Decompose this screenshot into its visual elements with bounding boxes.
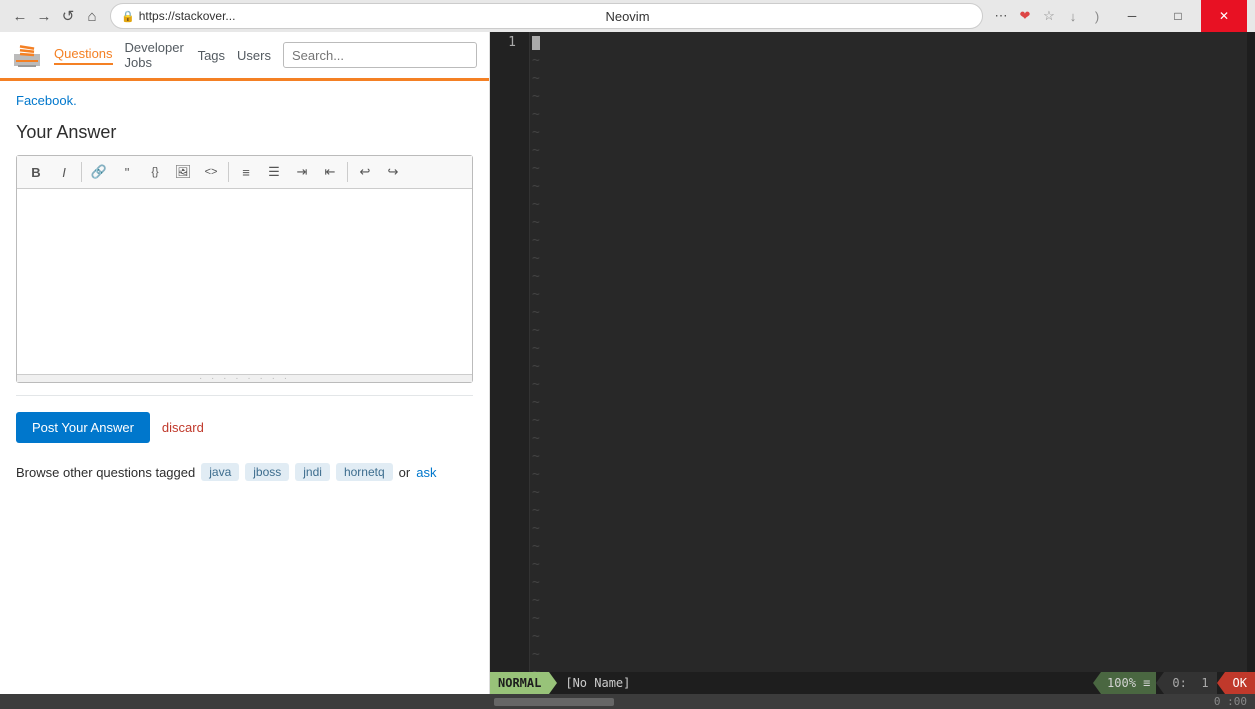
search-input[interactable] [283,42,477,68]
tag-jndi[interactable]: jndi [295,463,330,481]
browser-window: ← → ↺ ⌂ 🔒 https://stackover... ⋯ ❤ ☆ ↓ )… [0,0,1255,709]
nav-users[interactable]: Users [237,48,271,63]
stackoverflow-panel: Questions Developer Jobs Tags Users Face… [0,32,490,694]
status-normal-arrow [549,672,557,694]
neovim-gutter [522,32,530,672]
tag-java[interactable]: java [201,463,239,481]
editor-body[interactable] [17,189,472,374]
ask-link[interactable]: ask [416,465,436,480]
reload-button[interactable]: ↺ [56,4,80,28]
neovim-editor[interactable]: 1 ~ ~ ~ ~ ~ ~ ~ ~ ~ [490,32,1255,672]
editor-toolbar: B I 🔗 " {} 🖼 <> ≡ ☰ ⇥ ⇤ ↩ [17,156,472,189]
status-right: 100% ≡ 0: 1 OK [1093,672,1255,694]
image-button[interactable]: 🖼 [170,160,196,184]
ordered-list-button[interactable]: ≡ [233,160,259,184]
security-icon: 🔒 [121,10,135,23]
status-percent: 100% ≡ [1101,672,1156,694]
html-button[interactable]: <> [198,160,224,184]
current-line [532,34,540,52]
your-answer-heading: Your Answer [16,122,473,143]
nav-tags[interactable]: Tags [198,48,225,63]
cursor [532,36,540,50]
toolbar-sep-2 [228,162,229,182]
bottom-scrollbar: 0 :00 [0,694,1255,709]
spacer [16,404,473,412]
tag-hornetq[interactable]: hornetq [336,463,393,481]
nav-questions[interactable]: Questions [54,46,113,65]
right-gutter [1247,32,1255,672]
status-lines: 0: 1 [1164,672,1216,694]
address-text: https://stackover... [139,9,236,23]
tag-jboss[interactable]: jboss [245,463,289,481]
toolbar-sep-1 [81,162,82,182]
nav-developer-jobs[interactable]: Developer Jobs [125,40,186,70]
address-bar[interactable]: 🔒 https://stackover... [110,3,983,29]
bookmark-button[interactable]: ☆ [1037,4,1061,28]
neovim-panel: 1 ~ ~ ~ ~ ~ ~ ~ ~ ~ [490,32,1255,694]
back-button[interactable]: ← [8,4,32,28]
facebook-link[interactable]: Facebook. [16,93,473,108]
window-controls: ─ □ ✕ [1109,0,1247,32]
undo-button[interactable]: ↩ [352,160,378,184]
neovim-statusbar: NORMAL [No Name] 100% ≡ 0: 1 OK [490,672,1255,694]
status-lines-left-arrow [1156,672,1164,694]
link-button[interactable]: 🔗 [86,160,112,184]
minimize-button[interactable]: ─ [1109,0,1155,32]
forward-button[interactable]: → [32,4,56,28]
status-percent-left-arrow [1093,672,1101,694]
bold-button[interactable]: B [23,160,49,184]
blockquote-button[interactable]: " [114,160,140,184]
post-answer-button[interactable]: Post Your Answer [16,412,150,443]
status-ok-left-arrow [1217,672,1225,694]
title-bar: ← → ↺ ⌂ 🔒 https://stackover... ⋯ ❤ ☆ ↓ )… [0,0,1255,32]
scrollbar-handle[interactable] [494,698,614,706]
resize-dots: · · · · · · · · [199,373,290,384]
neovim-window-title: Neovim [605,9,649,24]
toolbar-sep-3 [347,162,348,182]
pocket-button[interactable]: ❤ [1013,4,1037,28]
line-numbers: 1 [490,32,522,672]
italic-button[interactable]: I [51,160,77,184]
so-content: Facebook. Your Answer B I 🔗 " {} 🖼 <> [0,81,489,694]
close-button[interactable]: ✕ [1201,0,1247,32]
status-filename: [No Name] [557,676,1093,690]
main-content: Questions Developer Jobs Tags Users Face… [0,32,1255,694]
home-button[interactable]: ⌂ [80,4,104,28]
bottom-right-info: 0 :00 [1206,695,1255,708]
redo-button[interactable]: ↪ [380,160,406,184]
lines-icon: ≡ [1143,676,1150,690]
separator [16,395,473,396]
resize-handle[interactable]: · · · · · · · · [17,374,472,382]
action-buttons: Post Your Answer discard [16,412,473,443]
browse-tags-section: Browse other questions tagged java jboss… [16,463,473,481]
maximize-button[interactable]: □ [1155,0,1201,32]
download-button[interactable]: ↓ [1061,4,1085,28]
unordered-list-button[interactable]: ☰ [261,160,287,184]
answer-editor: B I 🔗 " {} 🖼 <> ≡ ☰ ⇥ ⇤ ↩ [16,155,473,383]
so-topbar: Questions Developer Jobs Tags Users [0,32,489,81]
browse-text: Browse other questions tagged [16,465,195,480]
outdent-button[interactable]: ⇤ [317,160,343,184]
discard-link[interactable]: discard [162,420,204,435]
more-button[interactable]: ⋯ [989,4,1013,28]
status-normal: NORMAL [490,672,549,694]
code-button[interactable]: {} [142,160,168,184]
so-logo-icon [12,40,42,70]
scrollbar-track-area [0,698,1206,706]
so-logo[interactable] [12,40,42,70]
indent-button[interactable]: ⇥ [289,160,315,184]
rss-button[interactable]: ) [1085,4,1109,28]
browse-or: or [399,465,411,480]
status-ok: OK [1225,672,1255,694]
tilde-lines: ~ ~ ~ ~ ~ ~ ~ ~ ~ ~ ~ ~ ~ ~ ~ ~ ~ [532,52,1255,672]
line-number-1: 1 [490,34,522,52]
